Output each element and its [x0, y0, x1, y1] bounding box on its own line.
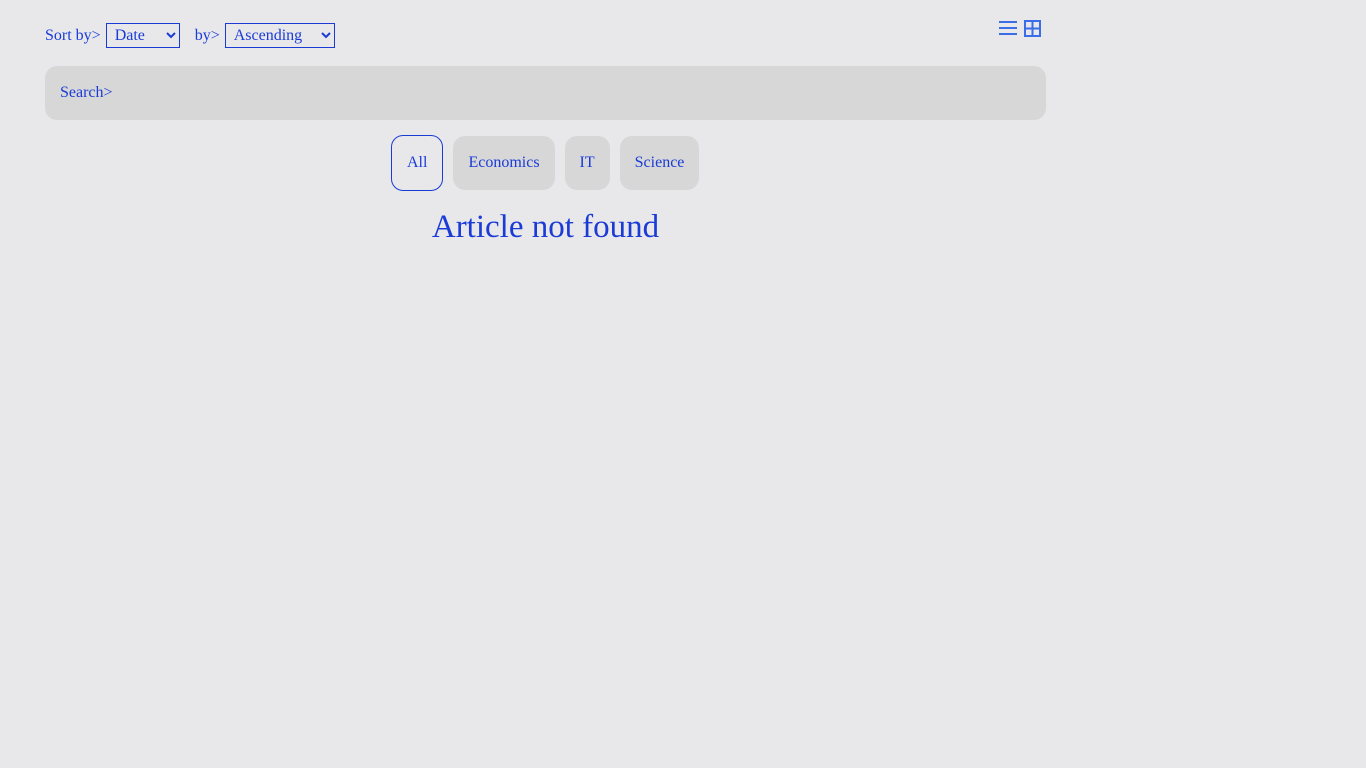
- empty-state-message: Article not found: [431, 209, 660, 245]
- view-toggle: [998, 18, 1042, 38]
- search-input[interactable]: [45, 66, 1046, 120]
- category-economics-button[interactable]: Economics: [453, 136, 555, 190]
- grid-view-button[interactable]: [1022, 18, 1042, 38]
- sort-by-label: Sort by>: [45, 26, 101, 44]
- list-view-button[interactable]: [998, 18, 1018, 38]
- list-icon: [999, 21, 1017, 35]
- grid-icon: [1023, 19, 1041, 37]
- sort-controls: Sort by> Date by> Ascending: [45, 23, 335, 48]
- category-science-button[interactable]: Science: [619, 136, 700, 190]
- search-bar: [45, 66, 1046, 120]
- page: Sort by> Date by> Ascending Search> All …: [0, 0, 1366, 768]
- sort-field-select[interactable]: Date: [105, 23, 180, 48]
- category-it-button[interactable]: IT: [564, 136, 610, 190]
- category-all-button[interactable]: All: [391, 135, 444, 191]
- sort-order-label: by>: [194, 26, 220, 44]
- sort-order-select[interactable]: Ascending: [224, 23, 335, 48]
- category-filters: All Economics IT Science: [391, 135, 700, 191]
